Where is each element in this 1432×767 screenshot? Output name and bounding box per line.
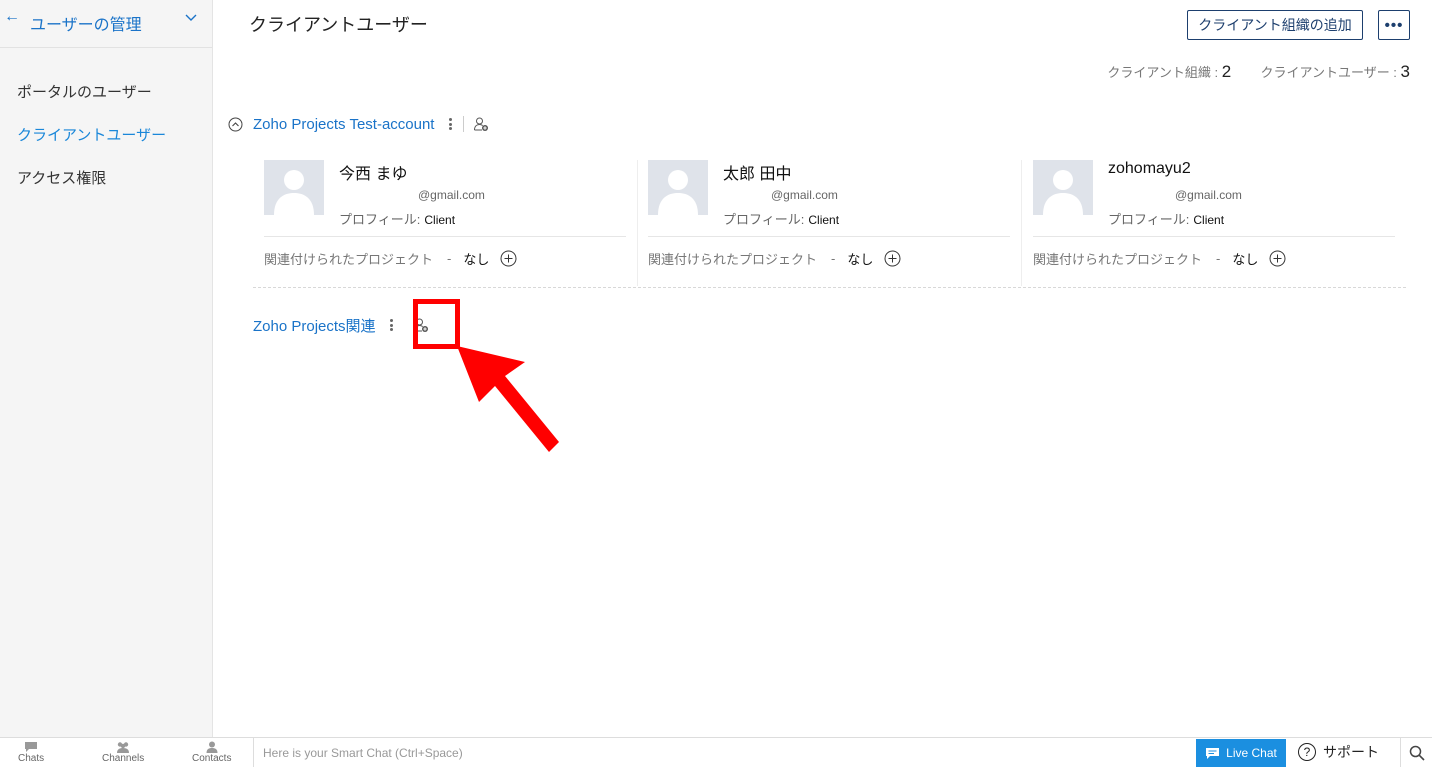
sidebar-title[interactable]: ユーザーの管理 [30,11,142,35]
user-profile: プロフィール: Client [339,212,456,227]
section-divider [253,287,1406,288]
user-email: @gmail.com [1175,188,1242,202]
red-arrow-icon [457,346,559,452]
user-card: zohomayu2 @gmail.com プロフィール: Client 関連付けら… [1033,160,1395,286]
search-icon [1409,745,1425,761]
help-icon: ? [1298,743,1316,761]
user-name: 今西 まゆ [339,166,408,183]
divider [637,160,638,286]
user-email: @gmail.com [418,188,485,202]
org-count: 2 [1221,62,1232,81]
more-options-button[interactable]: ••• [1378,10,1410,40]
associated-projects: 関連付けられたプロジェクト - なし [264,249,517,268]
support-button[interactable]: ? サポート [1298,742,1379,762]
user-card: 今西 まゆ @gmail.com プロフィール: Client 関連付けられたプロ… [264,160,626,286]
org-header-test-account: Zoho Projects Test-account [228,112,489,136]
tab-channels[interactable]: Channels [102,741,144,764]
associated-projects-value: なし [1232,252,1259,267]
user-name: 太郎 田中 [723,166,792,183]
user-profile: プロフィール: Client [1108,212,1225,227]
org-header-related: Zoho Projects関連 [253,313,429,337]
divider [648,236,1010,237]
smart-chat-input[interactable]: Here is your Smart Chat (Ctrl+Space) [253,738,1193,767]
avatar [648,160,708,215]
divider [463,116,465,132]
chevron-down-icon[interactable] [183,9,199,25]
sidebar-item-client-users[interactable]: クライアントユーザー [17,124,166,145]
stats-summary: クライアント組織 : 2 クライアントユーザー : 3 [1107,62,1410,82]
back-arrow-icon[interactable]: ← [4,8,20,26]
kebab-menu-icon[interactable] [389,317,395,333]
sidebar: ← ユーザーの管理 ポータルのユーザー クライアントユーザー アクセス権限 [0,0,213,737]
user-profile: プロフィール: Client [723,212,840,227]
user-name: zohomayu2 [1108,160,1191,177]
associated-projects-value: なし [463,252,490,267]
user-count-label: クライアントユーザー : [1260,65,1401,80]
add-project-icon[interactable] [884,250,901,267]
profile-value: Client [424,213,456,227]
add-project-icon[interactable] [500,250,517,267]
associated-projects-value: なし [847,252,874,267]
chat-bubble-icon [25,742,38,752]
divider [1033,236,1395,237]
add-client-org-button[interactable]: クライアント組織の追加 [1187,10,1363,40]
associated-projects: 関連付けられたプロジェクト - なし [648,249,901,268]
bottom-bar: Chats Channels Contacts Here is your Sma… [0,737,1432,767]
add-user-icon[interactable] [473,116,489,132]
live-chat-button[interactable]: Live Chat [1196,739,1286,767]
divider [264,236,626,237]
tab-contacts[interactable]: Contacts [192,741,231,764]
sidebar-item-access-rights[interactable]: アクセス権限 [17,167,106,188]
avatar [264,160,324,215]
kebab-menu-icon[interactable] [447,116,453,132]
collapse-icon[interactable] [228,117,243,132]
tab-chats[interactable]: Chats [18,741,44,764]
user-email: @gmail.com [771,188,838,202]
associated-projects: 関連付けられたプロジェクト - なし [1033,249,1286,268]
page-title: クライアントユーザー [249,15,428,35]
sidebar-item-portal-users[interactable]: ポータルのユーザー [17,81,152,102]
user-card: 太郎 田中 @gmail.com プロフィール: Client 関連付けられたプロ… [648,160,1010,286]
group-icon [117,742,130,753]
org-name[interactable]: Zoho Projects関連 [253,315,376,336]
profile-value: Client [808,213,840,227]
profile-value: Client [1193,213,1225,227]
org-name[interactable]: Zoho Projects Test-account [253,116,434,133]
add-project-icon[interactable] [1269,250,1286,267]
org-count-label: クライアント組織 : [1107,65,1222,80]
divider [1021,160,1022,286]
highlight-box [413,299,460,349]
user-count: 3 [1400,62,1410,81]
person-icon [206,741,218,753]
search-button[interactable] [1400,738,1432,767]
chat-icon [1206,747,1220,759]
sidebar-header: ← ユーザーの管理 [0,0,212,48]
avatar [1033,160,1093,215]
